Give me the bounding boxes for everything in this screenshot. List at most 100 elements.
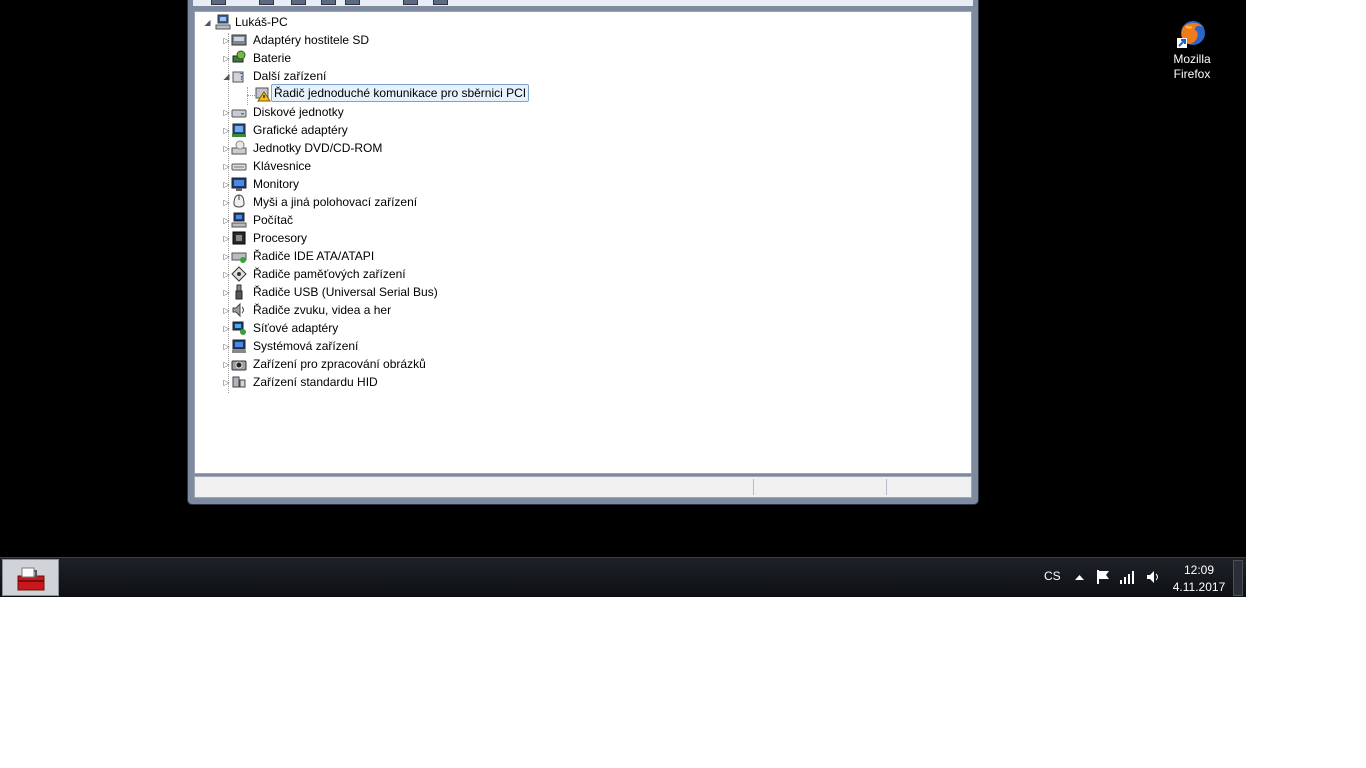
tree-root-node[interactable]: ◢ Lukáš-PC [203,13,403,31]
expand-arrow-icon[interactable]: ▷ [222,126,231,135]
network-signal-icon[interactable] [1120,570,1135,587]
clock-date[interactable]: 4.11.2017 [1171,580,1227,594]
device-tree[interactable]: ◢ Lukáš-PC ▷ Adaptéry hostitele SD ▷ Bateri… [194,11,972,474]
action-center-flag-icon[interactable] [1096,570,1110,587]
taskbar: CS 12:09 4.11.2017 [0,557,1246,597]
tree-category-node[interactable]: ▷ Zařízení standardu HID [222,373,522,391]
volume-icon[interactable] [1146,570,1160,587]
tree-category-node[interactable]: ▷ Adaptéry hostitele SD [222,31,522,49]
speaker-icon [231,302,247,318]
hid-icon [231,374,247,390]
unknown-device-icon: ? [231,68,247,84]
tree-category-label: Myši a jiná polohovací zařízení [253,195,418,209]
toolbar-button[interactable] [291,0,306,5]
collapse-arrow-icon[interactable]: ◢ [203,18,212,27]
expand-arrow-icon[interactable]: ▷ [222,108,231,117]
expand-arrow-icon[interactable]: ▷ [222,342,231,351]
status-separator [753,479,754,495]
tree-category-node[interactable]: ▷ Diskové jednotky [222,103,522,121]
expand-arrow-icon[interactable]: ▷ [222,198,231,207]
tree-category-label: Řadiče USB (Universal Serial Bus) [253,285,438,299]
tree-category-label: Řadiče zvuku, videa a her [253,303,392,317]
tree-category-label: Procesory [253,231,308,245]
tree-category-label: Jednotky DVD/CD-ROM [253,141,383,155]
status-bar [194,476,972,498]
tree-category-node[interactable]: ▷ Monitory [222,175,522,193]
expand-arrow-icon[interactable]: ▷ [222,324,231,333]
ide-controller-icon [231,248,247,264]
language-indicator[interactable]: CS [1044,569,1061,583]
tree-category-node[interactable]: ▷ Myši a jiná polohovací zařízení [222,193,522,211]
tree-category-node[interactable]: ▷ Řadiče USB (Universal Serial Bus) [222,283,522,301]
storage-controller-icon [231,266,247,282]
show-desktop-button[interactable] [1233,560,1243,596]
expand-arrow-icon[interactable]: ▷ [222,180,231,189]
tree-device-node[interactable]: Řadič jednoduché komunikace pro sběrnici… [255,84,575,103]
firefox-icon [1176,18,1208,50]
desktop-shortcut-label: Firefox [1173,67,1211,81]
desktop-screen: ◢ Lukáš-PC ▷ Adaptéry hostitele SD ▷ Bateri… [0,0,1246,597]
tree-category-node[interactable]: ▷ Procesory [222,229,522,247]
taskbar-pinned-app[interactable] [2,559,59,596]
network-adapter-icon [231,320,247,336]
tree-category-node[interactable]: ▷ Řadiče paměťových zařízení [222,265,522,283]
expand-arrow-icon[interactable]: ▷ [222,288,231,297]
expand-arrow-icon[interactable]: ▷ [222,378,231,387]
tree-category-label: Zařízení standardu HID [253,375,378,389]
expand-arrow-icon[interactable]: ▷ [222,234,231,243]
tree-category-label: Grafické adaptéry [253,123,348,137]
toolbar-button[interactable] [259,0,274,5]
display-adapter-icon [231,122,247,138]
toolbar-button[interactable] [345,0,360,5]
toolbar-button[interactable] [321,0,336,5]
desktop-shortcut-label: Mozilla [1173,52,1211,66]
expand-arrow-icon[interactable]: ▷ [222,306,231,315]
collapse-arrow-icon[interactable]: ◢ [222,72,231,81]
toolbar-button[interactable] [211,0,226,5]
toolbar [193,0,973,6]
tree-category-node[interactable]: ▷ Jednotky DVD/CD-ROM [222,139,522,157]
svg-text:?: ? [239,72,244,83]
toolbox-icon [16,566,46,595]
tree-category-node[interactable]: ▷ Řadiče IDE ATA/ATAPI [222,247,522,265]
tree-category-node[interactable]: ▷ Síťové adaptéry [222,319,522,337]
tree-category-node[interactable]: ◢? Další zařízení [222,67,522,85]
camera-icon [231,356,247,372]
tree-category-label: Systémová zařízení [253,339,359,353]
tree-category-node[interactable]: ▷ Baterie [222,49,522,67]
expand-arrow-icon[interactable]: ▷ [222,54,231,63]
expand-arrow-icon[interactable]: ▷ [222,216,231,225]
expand-arrow-icon[interactable]: ▷ [222,144,231,153]
monitor-icon [231,176,247,192]
device-manager-window[interactable]: ◢ Lukáš-PC ▷ Adaptéry hostitele SD ▷ Bateri… [187,0,979,505]
expand-arrow-icon[interactable]: ▷ [222,36,231,45]
tree-category-node[interactable]: ▷ Počítač [222,211,522,229]
expand-arrow-icon[interactable]: ▷ [222,252,231,261]
tree-category-label: Síťové adaptéry [253,321,339,335]
processor-icon [231,230,247,246]
computer-icon [231,212,247,228]
toolbar-button[interactable] [433,0,448,5]
show-hidden-icons-arrow[interactable] [1075,570,1084,584]
tree-category-node[interactable]: ▷ Klávesnice [222,157,522,175]
expand-arrow-icon[interactable]: ▷ [222,162,231,171]
tree-category-label: Baterie [253,51,292,65]
expand-arrow-icon[interactable]: ▷ [222,360,231,369]
warning-device-icon [255,86,271,102]
tree-category-node[interactable]: ▷ Zařízení pro zpracování obrázků [222,355,522,373]
desktop-shortcut-firefox[interactable]: Mozilla Firefox [1164,18,1220,82]
tree-category-label: Počítač [253,213,294,227]
toolbar-button[interactable] [403,0,418,5]
disk-drive-icon [231,104,247,120]
clock-time[interactable]: 12:09 [1175,563,1223,577]
tree-category-label: Řadiče IDE ATA/ATAPI [253,249,375,263]
expand-arrow-icon[interactable]: ▷ [222,270,231,279]
tree-category-node[interactable]: ▷ Grafické adaptéry [222,121,522,139]
tree-category-label: Klávesnice [253,159,312,173]
usb-icon [231,284,247,300]
tree-category-label: Další zařízení [253,69,327,83]
tree-category-node[interactable]: ▷ Řadiče zvuku, videa a her [222,301,522,319]
computer-icon [215,14,231,30]
tree-category-node[interactable]: ▷ Systémová zařízení [222,337,522,355]
tree-device-label: Řadič jednoduché komunikace pro sběrnici… [271,84,530,102]
